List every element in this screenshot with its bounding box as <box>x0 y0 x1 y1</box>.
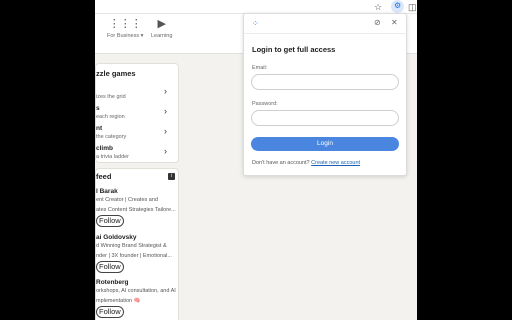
person-name[interactable]: l Barak <box>96 188 180 195</box>
feed-heading: feed <box>96 172 112 181</box>
follow-button[interactable]: Follow <box>96 261 124 273</box>
game-title: climb <box>96 145 113 152</box>
game-title: s <box>96 105 100 112</box>
email-label: Email: <box>252 65 268 71</box>
person-name[interactable]: ai Goldovsky <box>96 234 180 241</box>
person-desc-line-1: orkshops, AI consultation, and AI <box>96 288 176 294</box>
create-account-link[interactable]: Create new account <box>311 160 360 166</box>
game-subtitle: the category <box>96 134 127 140</box>
extension-button[interactable]: ⚙ <box>391 0 404 13</box>
password-field[interactable] <box>251 110 399 126</box>
person-desc-line-1: ent Creator | Creates and <box>96 197 158 203</box>
login-popup: ⁘ ⊘ ✕ Login to get full access Email: Pa… <box>243 13 408 176</box>
person-desc-line-1: d Winning Brand Strategist & <box>96 243 167 249</box>
signup-prompt: Don't have an account? Create new accoun… <box>252 160 360 166</box>
chevron-right-icon: › <box>164 126 167 136</box>
game-title: nt <box>96 125 103 132</box>
info-icon[interactable]: i <box>168 173 175 180</box>
login-button[interactable]: Login <box>251 137 399 151</box>
game-item-1[interactable]: izes the grid › <box>96 85 180 105</box>
chevron-right-icon: › <box>164 106 167 116</box>
popup-title: Login to get full access <box>252 45 336 54</box>
play-icon: ▶ <box>157 18 166 30</box>
nav-for-business-label: For Business ▾ <box>107 33 144 39</box>
browser-toolbar: ☆ ⚙ ◫ <box>95 0 417 14</box>
password-label: Password: <box>252 101 278 107</box>
game-item-3[interactable]: nt the category › <box>96 125 180 145</box>
games-card: zzle games izes the grid › s each region… <box>95 63 179 163</box>
feed-person-1: l Barak ent Creator | Creates and ates C… <box>96 188 180 215</box>
disconnect-icon[interactable]: ⊘ <box>374 18 381 28</box>
chevron-right-icon: › <box>164 146 167 156</box>
follow-button[interactable]: Follow <box>96 306 124 318</box>
game-item-2[interactable]: s each region › <box>96 105 180 125</box>
game-subtitle: izes the grid <box>96 94 126 100</box>
follow-button[interactable]: Follow <box>96 215 124 227</box>
outside-area <box>417 0 512 320</box>
person-desc-line-2: mplementation 🧠 <box>96 298 141 304</box>
chevron-right-icon: › <box>164 86 167 96</box>
games-heading: zzle games <box>96 69 136 78</box>
game-item-4[interactable]: climb a trivia ladder › <box>96 145 180 165</box>
person-desc-line-2: nder | 3X founder | Emotional... <box>96 253 172 259</box>
person-name[interactable]: Rotenberg <box>96 279 180 286</box>
close-icon[interactable]: ✕ <box>391 18 398 28</box>
puzzle-icon[interactable]: ◫ <box>408 1 417 13</box>
app-logo-icon: ⁘ <box>252 19 259 28</box>
person-desc-line-2: ates Content Strategies Tailore... <box>96 207 176 213</box>
nav-learning-label: Learning <box>151 33 173 39</box>
extension-icon: ⚙ <box>394 1 402 10</box>
star-icon[interactable]: ☆ <box>374 1 382 13</box>
email-field[interactable] <box>251 74 399 90</box>
grid-icon: ⋮⋮⋮ <box>108 18 142 30</box>
feed-person-2: ai Goldovsky d Winning Brand Strategist … <box>96 234 180 261</box>
game-subtitle: a trivia ladder <box>96 154 130 160</box>
feed-person-3: Rotenberg orkshops, AI consultation, and… <box>96 279 180 306</box>
feed-card: feed i l Barak ent Creator | Creates and… <box>95 168 179 320</box>
signup-prompt-text: Don't have an account? <box>252 160 310 166</box>
nav-for-business[interactable]: ⋮⋮⋮ For Business ▾ <box>107 18 143 39</box>
popup-header: ⁘ ⊘ ✕ <box>244 14 408 34</box>
nav-learning[interactable]: ▶ Learning <box>151 18 172 39</box>
game-subtitle: each region <box>96 114 125 120</box>
